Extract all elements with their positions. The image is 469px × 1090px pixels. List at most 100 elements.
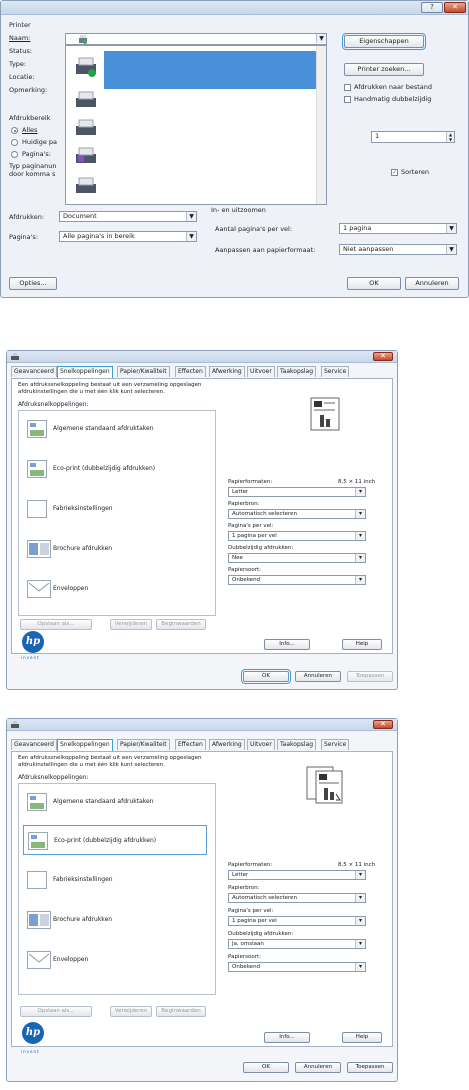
chevron-down-icon[interactable]: ▼	[446, 245, 456, 254]
printer-select[interactable]: ▼	[65, 33, 327, 45]
info-button[interactable]: Info...	[264, 1032, 310, 1043]
paper-size-select[interactable]: Letter ▾	[228, 870, 366, 880]
chevron-down-icon[interactable]: ▾	[355, 894, 365, 902]
copies-stepper[interactable]: ▲ ▼	[446, 132, 454, 142]
shortcuts-list[interactable]: Algemene standaard afdruktaken Eco-print…	[18, 783, 216, 995]
tab-job-storage[interactable]: Taakopslag	[277, 739, 317, 750]
apply-button[interactable]: Toepassen	[347, 1062, 393, 1073]
chevron-down-icon[interactable]: ▼	[446, 224, 456, 233]
tab-advanced[interactable]: Geavanceerd	[11, 739, 57, 750]
scrollbar[interactable]	[316, 46, 326, 204]
delete-button[interactable]: Verwijderen	[110, 1006, 152, 1017]
paper-source-select[interactable]: Automatisch selecteren ▾	[228, 893, 366, 903]
shortcut-factory-defaults[interactable]: Fabrieksinstellingen	[23, 494, 207, 524]
copies-input[interactable]: 1 ▲ ▼	[371, 131, 455, 143]
shortcut-general[interactable]: Algemene standaard afdruktaken	[23, 414, 207, 444]
tab-paper-quality[interactable]: Papier/Kwaliteit	[117, 366, 170, 377]
tab-output[interactable]: Uitvoer	[247, 739, 275, 750]
help-button[interactable]: Help	[342, 639, 382, 650]
shortcuts-list[interactable]: Algemene standaard afdruktaken Eco-print…	[18, 410, 216, 616]
shortcut-label: Algemene standaard afdruktaken	[53, 798, 154, 805]
paper-type-value: Onbekend	[232, 964, 261, 970]
ok-button[interactable]: OK	[243, 1062, 289, 1073]
close-button[interactable]: ✕	[373, 720, 393, 729]
duplex-select[interactable]: Nee ▾	[228, 553, 366, 563]
tab-shortcuts[interactable]: Snelkoppelingen	[57, 739, 113, 751]
selected-printer-row[interactable]	[104, 51, 316, 89]
chevron-down-icon[interactable]: ▾	[355, 940, 365, 948]
save-as-button[interactable]: Opslaan als...	[20, 619, 92, 630]
shortcut-brochure[interactable]: Brochure afdrukken	[23, 534, 207, 564]
chevron-down-icon[interactable]: ▾	[355, 488, 365, 496]
pages-per-sheet-select[interactable]: 1 pagina per vel ▾	[228, 531, 366, 541]
info-button[interactable]: Info...	[264, 639, 310, 650]
ok-button[interactable]: OK	[347, 277, 401, 290]
properties-button[interactable]: Eigenschappen	[342, 33, 426, 50]
chevron-down-icon[interactable]: ▾	[355, 871, 365, 879]
print-what-select[interactable]: Document ▼	[59, 211, 197, 222]
shortcut-factory-defaults[interactable]: Fabrieksinstellingen	[23, 865, 207, 895]
cancel-button[interactable]: Annuleren	[295, 671, 341, 682]
save-as-button[interactable]: Opslaan als...	[20, 1006, 92, 1017]
tab-job-storage[interactable]: Taakopslag	[277, 366, 317, 377]
range-pages-radio[interactable]	[11, 151, 18, 158]
chevron-down-icon[interactable]: ▼	[316, 34, 326, 43]
chevron-down-icon[interactable]: ▾	[355, 963, 365, 971]
tab-finishing[interactable]: Afwerking	[209, 739, 245, 750]
printer-dropdown-list[interactable]	[65, 45, 327, 205]
paper-source-select[interactable]: Automatisch selecteren ▾	[228, 509, 366, 519]
shortcut-general[interactable]: Algemene standaard afdruktaken	[23, 787, 207, 817]
apply-button[interactable]: Toepassen	[347, 671, 393, 682]
shortcut-brochure[interactable]: Brochure afdrukken	[23, 905, 207, 935]
close-button[interactable]: ✕	[373, 352, 393, 361]
cancel-button[interactable]: Annuleren	[405, 277, 459, 290]
shortcut-eco-print[interactable]: Eco-print (dubbelzijdig afdrukken)	[23, 454, 207, 484]
manual-duplex-checkbox[interactable]	[344, 96, 351, 103]
cancel-button[interactable]: Annuleren	[295, 1062, 341, 1073]
chevron-down-icon[interactable]: ▼	[186, 212, 196, 221]
duplex-label: Dubbelzijdig afdrukken:	[228, 931, 294, 937]
tab-service[interactable]: Service	[321, 739, 350, 750]
manual-duplex-label: Handmatig dubbelzijdig	[354, 95, 432, 103]
shortcut-envelopes[interactable]: Enveloppen	[23, 945, 207, 975]
defaults-button[interactable]: Beginwaarden	[156, 1006, 206, 1017]
paper-type-select[interactable]: Onbekend ▾	[228, 962, 366, 972]
find-printer-button[interactable]: Printer zoeken...	[344, 63, 424, 76]
chevron-down-icon[interactable]: ▾	[355, 917, 365, 925]
tab-effects[interactable]: Effecten	[175, 739, 206, 750]
tab-shortcuts[interactable]: Snelkoppelingen	[57, 366, 113, 378]
collate-checkbox[interactable]: ✓	[391, 169, 398, 176]
chevron-down-icon[interactable]: ▾	[355, 510, 365, 518]
pages-select[interactable]: Alle pagina's in bereik ▼	[59, 231, 197, 242]
help-button[interactable]: Help	[342, 1032, 382, 1043]
tab-service[interactable]: Service	[321, 366, 350, 377]
chevron-down-icon[interactable]: ▾	[355, 532, 365, 540]
blank-page-icon	[27, 871, 47, 889]
scale-select[interactable]: Niet aanpassen ▼	[339, 244, 457, 255]
tab-advanced[interactable]: Geavanceerd	[11, 366, 57, 377]
range-current-radio[interactable]	[11, 139, 18, 146]
paper-type-select[interactable]: Onbekend ▾	[228, 575, 366, 585]
tab-effects[interactable]: Effecten	[175, 366, 206, 377]
close-button[interactable]: ✕	[444, 2, 466, 13]
range-all-radio[interactable]	[11, 127, 18, 134]
chevron-down-icon[interactable]: ▾	[355, 554, 365, 562]
tab-finishing[interactable]: Afwerking	[209, 366, 245, 377]
help-button[interactable]: ?	[421, 2, 443, 13]
tab-paper-quality[interactable]: Papier/Kwaliteit	[117, 739, 170, 750]
chevron-down-icon[interactable]: ▼	[186, 232, 196, 241]
options-button[interactable]: Opties...	[9, 277, 57, 290]
chevron-down-icon[interactable]: ▾	[355, 576, 365, 584]
ok-button[interactable]: OK	[241, 669, 291, 684]
print-to-file-checkbox[interactable]	[344, 84, 351, 91]
shortcut-envelopes[interactable]: Enveloppen	[23, 574, 207, 604]
shortcut-eco-print[interactable]: Eco-print (dubbelzijdig afdrukken)	[23, 825, 207, 855]
paper-size-select[interactable]: Letter ▾	[228, 487, 366, 497]
delete-button[interactable]: Verwijderen	[110, 619, 152, 630]
envelope-icon	[27, 580, 51, 598]
pages-per-sheet-select[interactable]: 1 pagina per vel ▾	[228, 916, 366, 926]
duplex-select[interactable]: Ja, omslaan ▾	[228, 939, 366, 949]
tab-output[interactable]: Uitvoer	[247, 366, 275, 377]
pps-select[interactable]: 1 pagina ▼	[339, 223, 457, 234]
defaults-button[interactable]: Beginwaarden	[156, 619, 206, 630]
